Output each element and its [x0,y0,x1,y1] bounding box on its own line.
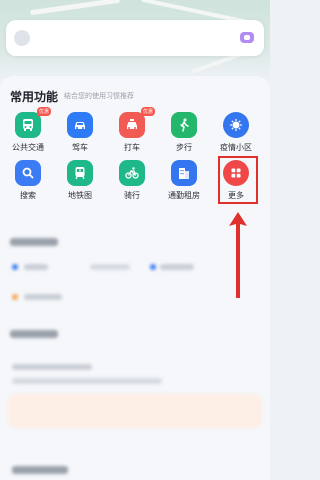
location-pin-icon [14,30,30,46]
function-commute-rental[interactable]: 通勤租房 [160,160,208,201]
function-label: 通勤租房 [168,191,200,200]
taxi-icon: 优惠 [119,107,155,138]
function-public-transit[interactable]: 优惠 公共交通 [4,107,52,153]
subway-icon [67,160,93,186]
function-label: 骑行 [124,191,140,200]
function-drive[interactable]: 驾车 [56,112,104,153]
function-label: 地铁图 [68,191,92,200]
function-epidemic-community[interactable]: 疫情小区 [212,112,260,153]
function-subway-map[interactable]: 地铁图 [56,160,104,201]
function-search[interactable]: 搜索 [4,160,52,201]
arrow-up-icon [229,212,247,298]
section-title: 常用功能 [10,90,59,104]
function-taxi[interactable]: 优惠 打车 [108,107,156,153]
function-walk[interactable]: 步行 [160,112,208,153]
function-label: 公共交通 [12,143,44,152]
bus-icon: 优惠 [15,107,51,138]
car-icon [67,112,93,138]
search-icon [15,160,41,186]
function-label: 驾车 [72,143,88,152]
function-label: 疫情小区 [220,143,252,152]
search-bar[interactable] [6,20,264,56]
promo-badge: 优惠 [140,107,155,116]
building-icon [171,160,197,186]
function-cycling[interactable]: 骑行 [108,160,156,201]
function-label: 步行 [176,143,192,152]
more-highlight-box [218,156,258,204]
section-subtitle: 结合您的使用习惯推荐 [64,92,134,100]
promo-badge: 优惠 [36,107,51,116]
walk-icon [171,112,197,138]
function-label: 搜索 [20,191,36,200]
function-label: 打车 [124,143,140,152]
virus-icon [223,112,249,138]
voice-icon[interactable] [238,29,256,47]
bike-icon [119,160,145,186]
